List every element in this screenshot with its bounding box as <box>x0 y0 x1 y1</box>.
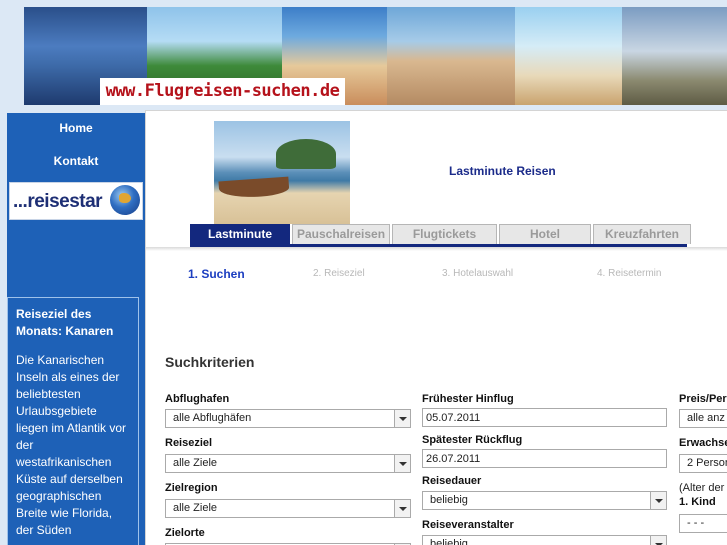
chevron-down-icon <box>650 492 666 509</box>
hinflug-date-input[interactable] <box>422 408 667 427</box>
promo-title: Reiseziel des Monats: Kanaren <box>16 307 114 338</box>
veranstalter-value: beliebig <box>430 538 468 545</box>
tab-flugtickets[interactable]: Flugtickets <box>392 224 497 244</box>
step-suchen: 1. Suchen <box>188 267 245 281</box>
abflughafen-value: alle Abflughäfen <box>173 412 252 424</box>
page: www.Flugreisen-suchen.de Home Kontakt ..… <box>0 0 727 545</box>
reisedauer-value: beliebig <box>430 494 468 506</box>
abflughafen-select[interactable]: alle Abflughäfen <box>165 409 411 428</box>
preis-select[interactable]: alle anz <box>679 409 727 428</box>
preis-value: alle anz <box>687 412 725 424</box>
erwachsene-select[interactable]: 2 Person <box>679 454 727 473</box>
erwachsene-label: Erwachse <box>679 437 727 449</box>
tab-pauschalreisen[interactable]: Pauschalreisen <box>292 224 390 244</box>
promo-box: Reiseziel des Monats: Kanaren Die Kanari… <box>7 297 139 545</box>
kind1-select[interactable]: - - - <box>679 514 727 533</box>
veranstalter-select[interactable]: beliebig <box>422 535 667 545</box>
site-title: www.Flugreisen-suchen.de <box>100 78 345 105</box>
kind1-value: - - - <box>687 517 705 529</box>
sidebar: Home Kontakt ...reisestar Reiseziel des … <box>7 113 145 545</box>
preis-label: Preis/Per <box>679 393 727 405</box>
globe-icon <box>110 185 140 215</box>
zielregion-select[interactable]: alle Ziele <box>165 499 411 518</box>
hero-boat-shape <box>218 176 290 200</box>
banner-photo-runway <box>622 7 727 105</box>
main-content: Lastminute Reisen Lastminute Pauschalrei… <box>145 110 727 545</box>
step-hotelauswahl: 3. Hotelauswahl <box>442 268 514 279</box>
tab-hotel[interactable]: Hotel <box>499 224 591 244</box>
chevron-down-icon <box>394 455 410 472</box>
hero-title: Lastminute Reisen <box>449 164 556 178</box>
zielregion-value: alle Ziele <box>173 502 218 514</box>
promo-body: Die Kanarischen Inseln als eines der bel… <box>16 353 127 537</box>
step-reiseziel: 2. Reiseziel <box>313 268 365 279</box>
criteria-title: Suchkriterien <box>165 354 255 370</box>
rueckflug-label: Spätester Rückflug <box>422 434 523 446</box>
zielorte-label: Zielorte <box>165 527 205 539</box>
chevron-down-icon <box>650 536 666 545</box>
erwachsene-value: 2 Person <box>687 457 727 469</box>
nav-kontakt-link[interactable]: Kontakt <box>7 154 145 168</box>
hinflug-label: Frühester Hinflug <box>422 393 514 405</box>
hero-island-shape <box>276 139 336 169</box>
kind1-label: 1. Kind <box>679 496 716 508</box>
banner-photo-beach <box>515 7 622 105</box>
reisedauer-label: Reisedauer <box>422 475 482 487</box>
reisestar-logo[interactable]: ...reisestar <box>9 182 143 220</box>
reisedauer-select[interactable]: beliebig <box>422 491 667 510</box>
zielregion-label: Zielregion <box>165 482 218 494</box>
reiseziel-value: alle Ziele <box>173 457 218 469</box>
abflughafen-label: Abflughafen <box>165 393 230 405</box>
veranstalter-label: Reiseveranstalter <box>422 519 514 531</box>
rueckflug-date-input[interactable] <box>422 449 667 468</box>
alter-note: (Alter der <box>679 482 725 494</box>
reiseziel-select[interactable]: alle Ziele <box>165 454 411 473</box>
tab-kreuzfahrten[interactable]: Kreuzfahrten <box>593 224 691 244</box>
nav-home-link[interactable]: Home <box>7 121 145 135</box>
tab-shadow-divider <box>146 247 727 251</box>
hero-beach-image <box>214 121 350 224</box>
banner-photo-terrace <box>387 7 515 105</box>
step-reisetermin: 4. Reisetermin <box>597 268 662 279</box>
chevron-down-icon <box>394 410 410 427</box>
chevron-down-icon <box>394 500 410 517</box>
tab-lastminute[interactable]: Lastminute <box>190 224 290 245</box>
logo-text: ...reisestar <box>13 191 103 212</box>
reiseziel-label: Reiseziel <box>165 437 213 449</box>
